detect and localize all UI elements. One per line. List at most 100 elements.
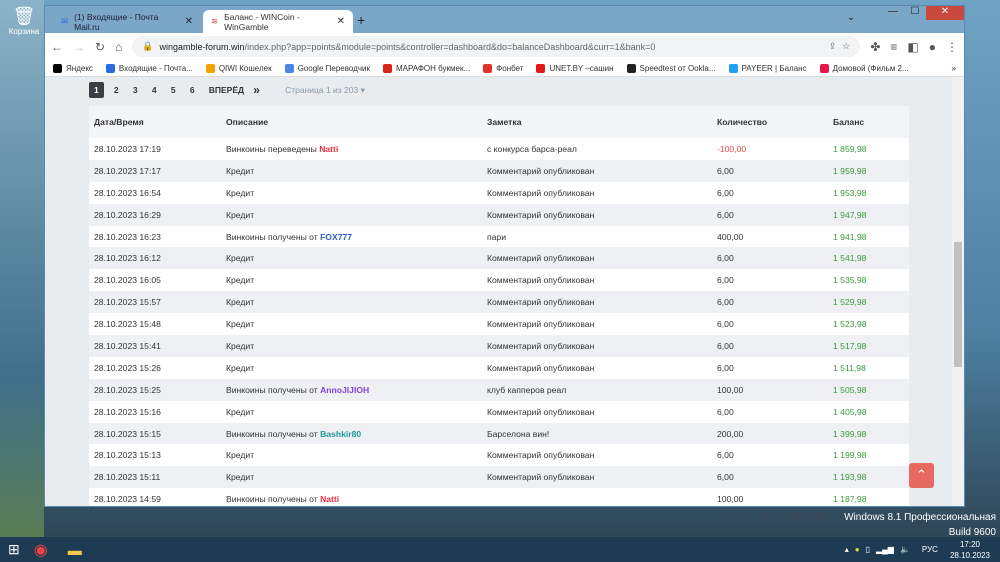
bookmark-item[interactable]: Speedtest от Ookla... — [626, 63, 716, 73]
reload-icon[interactable]: ↻ — [95, 40, 105, 54]
minimize-button[interactable]: — — [882, 6, 904, 20]
tab-search-icon[interactable]: ⌄ — [840, 12, 862, 26]
volume-icon[interactable]: 🔈 — [900, 545, 910, 554]
bookmark-label: Входящие - Почта... — [118, 63, 193, 73]
cell-date: 28.10.2023 15:57 — [89, 291, 221, 314]
battery-icon[interactable]: ▯ — [866, 545, 870, 554]
cell-note: Комментарий опубликован — [482, 247, 712, 270]
page-jump-dropdown[interactable]: Страница 1 из 203 ▾ — [285, 85, 365, 96]
forward-icon[interactable]: → — [73, 40, 85, 54]
page-content: 1 2 3 4 5 6 ВПЕРЁД » Страница 1 из 203 ▾ Дата/Вр… — [45, 77, 952, 506]
description-text: Кредит — [226, 450, 255, 461]
page-2-button[interactable]: 2 — [110, 85, 123, 95]
cell-amount: 6,00 — [712, 335, 828, 357]
cell-note: пари — [482, 225, 712, 248]
description-text: Кредит — [226, 187, 255, 198]
bookmark-item[interactable]: МАРАФОН букмек... — [382, 63, 470, 73]
bookmark-favicon-icon — [205, 63, 215, 73]
scroll-to-top-button[interactable]: ⌃ — [909, 463, 934, 488]
page-6-button[interactable]: 6 — [186, 85, 199, 95]
cell-description: Винкоины получены от AnnoJIJIOH — [221, 378, 482, 401]
cell-date: 28.10.2023 15:16 — [89, 400, 221, 423]
signal-icon[interactable]: ▂▄▆ — [876, 545, 894, 554]
bookmark-item[interactable]: PAYEER | Баланс — [728, 63, 807, 73]
table-row: 28.10.2023 15:13 Кредит Комментарий опубли… — [89, 444, 909, 467]
close-tab-icon[interactable]: ✕ — [337, 16, 345, 27]
last-page-button[interactable]: » — [250, 83, 263, 97]
cell-amount: 6,00 — [712, 356, 828, 379]
cell-date: 28.10.2023 15:11 — [89, 466, 221, 489]
user-link[interactable]: AnnoJIJIOH — [320, 385, 369, 395]
user-link[interactable]: FOX777 — [320, 232, 352, 242]
bookmark-item[interactable]: Домовой (Фильм 2... — [819, 63, 909, 73]
scrollbar[interactable] — [952, 77, 964, 506]
url-host: wingamble-forum.win — [159, 41, 245, 52]
recycle-bin-label: Корзина — [8, 27, 40, 36]
cell-date: 28.10.2023 16:23 — [89, 225, 221, 248]
chrome-taskbar-icon[interactable]: ◉ — [34, 540, 48, 560]
scrollbar-thumb[interactable] — [954, 242, 962, 367]
bookmark-item[interactable]: QIWI Кошелек — [205, 63, 272, 73]
extensions-icon[interactable]: ✤ — [870, 40, 880, 54]
bookmark-item[interactable]: Яндекс — [53, 63, 93, 73]
bookmarks-bar: Яндекс Входящие - Почта... QIWI Кошелек Goo… — [45, 60, 964, 77]
cell-balance: 1 511,98 — [828, 356, 909, 379]
cell-balance: 1 953,98 — [828, 181, 909, 204]
bookmark-item[interactable]: Входящие - Почта... — [105, 63, 193, 73]
explorer-taskbar-icon[interactable]: ▬ — [68, 542, 82, 558]
page-3-button[interactable]: 3 — [129, 85, 142, 95]
page-5-button[interactable]: 5 — [167, 85, 180, 95]
cell-balance: 1 529,98 — [828, 291, 909, 314]
home-icon[interactable]: ⌂ — [115, 40, 122, 54]
bookmark-favicon-icon — [626, 63, 636, 73]
more-bookmarks-icon[interactable]: » — [952, 64, 956, 73]
clock-time: 17:20 — [959, 539, 980, 549]
header-date: Дата/Время — [89, 106, 221, 138]
menu-icon[interactable]: ⋮ — [946, 40, 958, 54]
cell-description: Винкоины получены от Bashkir80 — [221, 422, 482, 445]
user-link[interactable]: Natti — [319, 144, 338, 154]
tray-app-icon[interactable]: ● — [855, 545, 860, 554]
description-text: Винкоины переведены — [226, 143, 320, 154]
language-indicator[interactable]: РУС — [922, 545, 938, 554]
close-tab-icon[interactable]: ✕ — [185, 16, 193, 27]
wingamble-icon: ≋ — [211, 16, 219, 26]
bookmark-item[interactable]: Фонбет — [483, 63, 523, 73]
table-row: 28.10.2023 15:26 Кредит Комментарий опубли… — [89, 356, 909, 379]
share-icon[interactable]: ⇪ — [829, 41, 837, 52]
back-icon[interactable]: ← — [51, 40, 63, 54]
user-link[interactable]: Bashkir80 — [320, 429, 361, 439]
page-1-button[interactable]: 1 — [89, 82, 104, 98]
cell-balance: 1 505,98 — [828, 378, 909, 401]
tab-mail[interactable]: ✉ (1) Входящие - Почта Mail.ru ✕ — [53, 10, 201, 33]
tab-balance[interactable]: ≋ Баланс - WINCoin - WinGamble ✕ — [203, 10, 353, 33]
description-text: Кредит — [226, 362, 255, 373]
tray-arrow-icon[interactable]: ▴ — [845, 545, 849, 554]
media-icon[interactable]: ≡ — [890, 40, 897, 54]
page-4-button[interactable]: 4 — [148, 85, 161, 95]
bookmark-label: PAYEER | Баланс — [741, 63, 807, 73]
star-icon[interactable]: ☆ — [842, 41, 850, 52]
start-button[interactable]: ⊞ — [8, 541, 20, 558]
maximize-button[interactable]: ☐ — [904, 6, 926, 20]
new-tab-button[interactable]: + — [357, 12, 365, 28]
bookmark-item[interactable]: UNET.BY –сашин — [536, 63, 614, 73]
clock[interactable]: 17:20 28.10.2023 — [950, 539, 990, 561]
next-page-button[interactable]: ВПЕРЁД — [209, 85, 244, 95]
table-row: 28.10.2023 15:15 Винкоины получены от Bas… — [89, 422, 909, 445]
cell-description: Кредит — [221, 291, 482, 314]
recycle-bin-icon[interactable]: 🗑 Корзина — [8, 6, 40, 36]
user-link[interactable]: Natti — [320, 494, 339, 504]
cell-description: Кредит — [221, 444, 482, 467]
close-window-button[interactable]: ✕ — [926, 6, 964, 20]
description-text: Кредит — [226, 340, 255, 351]
cell-description: Кредит — [221, 356, 482, 379]
side-panel-icon[interactable]: ◧ — [907, 40, 918, 54]
cell-balance: 1 187,98 — [828, 488, 909, 506]
header-balance: Баланс — [828, 106, 909, 138]
cell-date: 28.10.2023 15:48 — [89, 313, 221, 336]
address-bar[interactable]: 🔒 wingamble-forum.win/index.php?app=point… — [132, 36, 861, 57]
profile-icon[interactable]: ● — [929, 40, 936, 54]
bookmark-item[interactable]: Google Переводчик — [284, 63, 370, 73]
cell-amount: 6,00 — [712, 269, 828, 292]
